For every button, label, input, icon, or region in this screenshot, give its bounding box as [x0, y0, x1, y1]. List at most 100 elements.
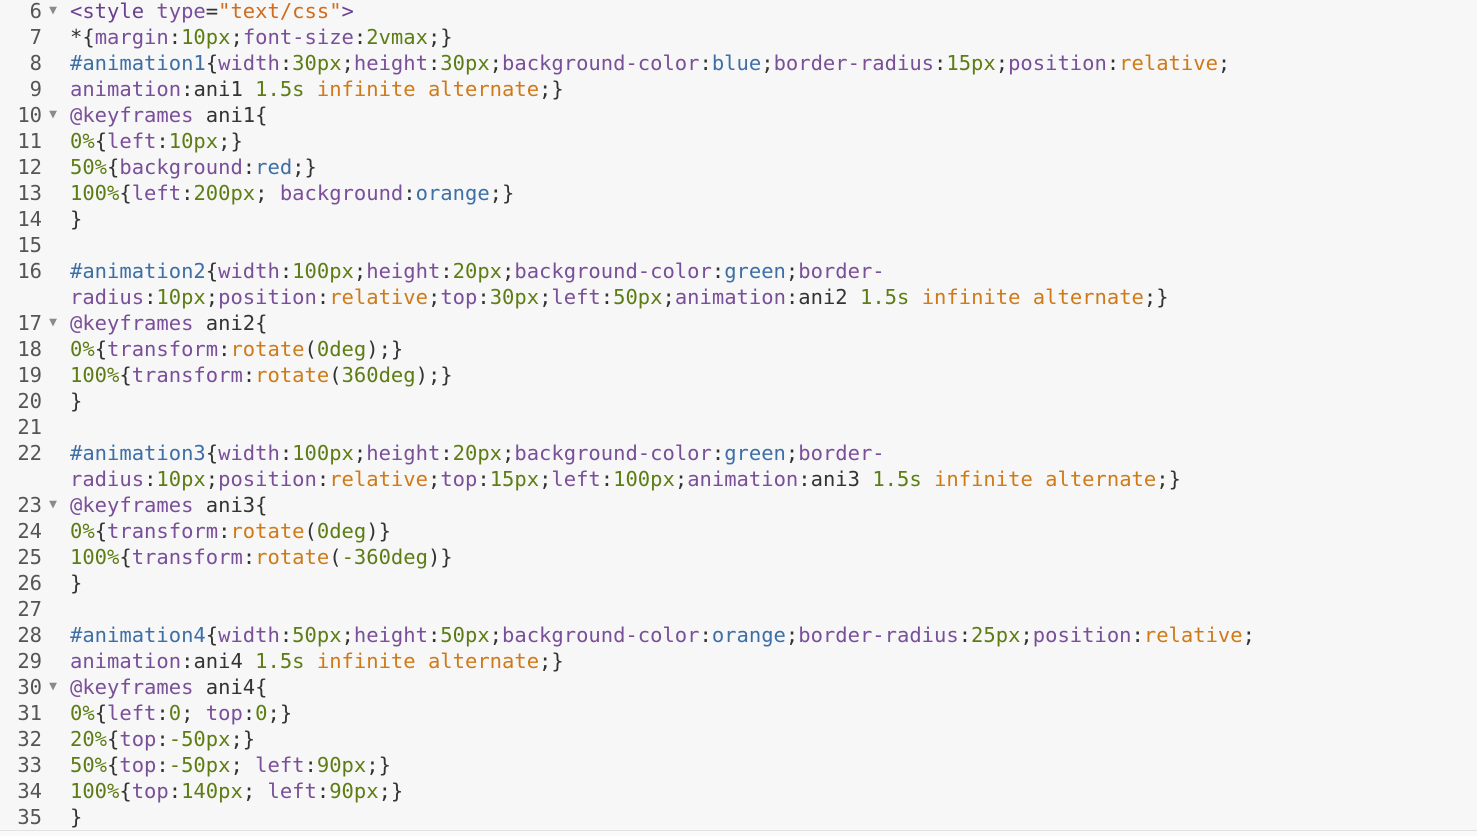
code-token: orange [415, 181, 490, 205]
code-token: { [94, 701, 108, 725]
code-token: @keyframes [70, 675, 206, 699]
line-number: 20 [17, 389, 42, 413]
code-token: : [181, 181, 194, 205]
code-token: background-color [502, 51, 700, 75]
fold-arrow-icon[interactable]: ▼ [46, 674, 60, 700]
code-token: ; [539, 467, 552, 491]
code-token: animation [674, 285, 786, 309]
code-token: border- [798, 441, 885, 465]
code-token: 100% [70, 545, 120, 569]
code-token: : [218, 337, 231, 361]
code-token: = [205, 0, 219, 23]
code-token: : [403, 181, 416, 205]
code-token: border-radius [798, 623, 959, 647]
code-token: top [440, 285, 478, 309]
code-text: radius:10px;position:relative;top:15px;l… [70, 466, 1181, 492]
code-token: 0 [255, 701, 268, 725]
code-token: 15px [489, 467, 540, 491]
code-token: top [205, 701, 243, 725]
code-token: : [279, 51, 293, 75]
code-text: 0%{left:0; top:0;} [70, 700, 292, 726]
code-token: ; [205, 285, 219, 309]
code-text: @keyframes ani2{ [70, 310, 267, 336]
code-token: background [119, 155, 243, 179]
code-token: left [107, 129, 157, 153]
code-token: transform [131, 363, 243, 387]
code-token: : [316, 779, 330, 803]
code-token: margin [94, 25, 169, 49]
code-token: 25px [971, 623, 1021, 647]
code-text: 100%{transform:rotate(-360deg)} [70, 544, 453, 570]
code-token: ani4 [193, 649, 256, 673]
code-token: : [711, 259, 725, 283]
code-token: 10px [156, 285, 206, 309]
code-token: ani2 [798, 285, 860, 309]
code-token: top [119, 753, 157, 777]
code-token: : [279, 441, 293, 465]
line-number: 8 [29, 51, 42, 75]
fold-arrow-icon[interactable]: ▼ [46, 310, 60, 336]
code-token: background-color [514, 441, 712, 465]
code-token: position [218, 467, 317, 491]
code-token: : [156, 701, 169, 725]
code-token: rotate [230, 337, 305, 361]
code-token: ; [502, 259, 515, 283]
code-text: #animation1{width:30px;height:30px;backg… [70, 50, 1230, 76]
code-token: 140px [181, 779, 243, 803]
code-text: 0%{transform:rotate(0deg);} [70, 336, 403, 362]
line-number: 7 [29, 25, 42, 49]
code-token: ;} [489, 181, 515, 205]
code-token: 0% [70, 337, 95, 361]
code-token: #animation1 [70, 51, 206, 75]
code-text: 50%{background:red;} [70, 154, 317, 180]
code-token: #animation3 [70, 441, 206, 465]
code-token: : [440, 441, 453, 465]
code-token: rotate [255, 363, 330, 387]
code-token: ; [1020, 623, 1033, 647]
code-token: : [279, 623, 293, 647]
code-token: : [218, 519, 231, 543]
code-token: 2vmax [366, 25, 428, 49]
code-text: radius:10px;position:relative;top:30px;l… [70, 284, 1169, 310]
code-editor[interactable]: 6 ▼ <style type="text/css"> 7 *{margin:10px;… [0, 0, 1477, 836]
code-token: 30px [440, 51, 490, 75]
code-token: : [427, 51, 441, 75]
code-token: width [218, 623, 280, 647]
code-token: > [341, 0, 354, 23]
code-text: 100%{left:200px; background:orange;} [70, 180, 514, 206]
code-token: : [427, 623, 441, 647]
code-token: : [600, 467, 614, 491]
code-token: { [119, 779, 132, 803]
code-text: 0%{transform:rotate(0deg)} [70, 518, 391, 544]
fold-arrow-icon[interactable]: ▼ [46, 492, 60, 518]
code-token: ; [341, 51, 354, 75]
code-token: animation [70, 649, 182, 673]
code-token: ; [230, 25, 243, 49]
code-token: red [255, 155, 293, 179]
code-text: #animation3{width:100px;height:20px;back… [70, 440, 885, 466]
code-token: : [156, 753, 169, 777]
code-token: background-color [514, 259, 712, 283]
line-number: 27 [17, 597, 42, 621]
code-token: : [699, 623, 712, 647]
code-token: : [353, 25, 367, 49]
code-token: -360deg [341, 545, 428, 569]
code-text: } [70, 804, 82, 830]
code-token: ; [427, 285, 441, 309]
code-token: ; [539, 285, 552, 309]
code-token: : [242, 701, 256, 725]
code-token: )} [366, 519, 391, 543]
code-token: background-color [502, 623, 700, 647]
code-token: width [218, 441, 280, 465]
horizontal-scrollbar[interactable] [0, 830, 1477, 836]
code-token: animation [687, 467, 799, 491]
line-number: 10 [17, 103, 42, 127]
code-token: : [181, 77, 194, 101]
code-token: 30px [292, 51, 342, 75]
code-token: 10px [156, 467, 206, 491]
code-token: ; [785, 441, 799, 465]
fold-arrow-icon[interactable]: ▼ [46, 102, 60, 128]
code-token: rotate [230, 519, 305, 543]
fold-arrow-icon[interactable]: ▼ [46, 0, 60, 24]
code-token: position [1008, 51, 1107, 75]
